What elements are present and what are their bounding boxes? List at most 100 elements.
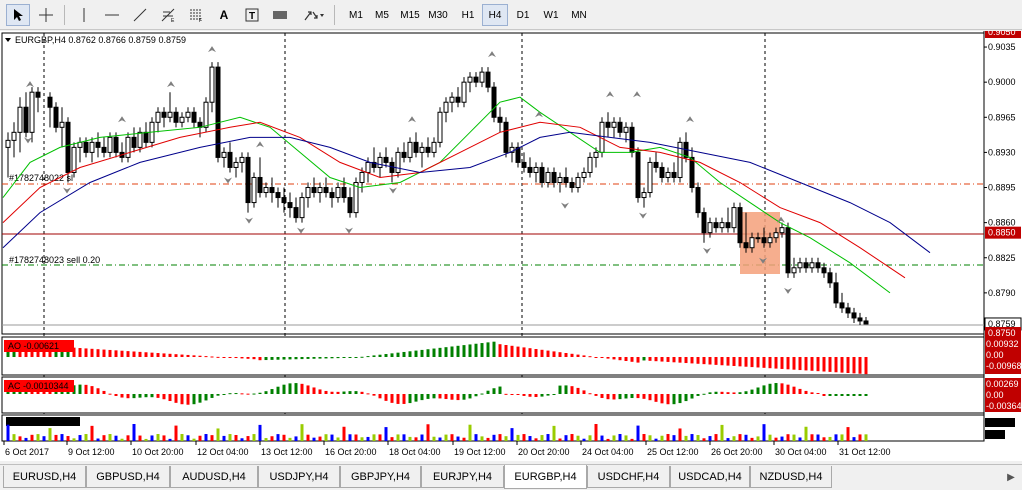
ac-bar [228, 393, 232, 395]
candle-body [497, 116, 503, 123]
text-label-icon[interactable]: T [240, 4, 264, 26]
timeframe-mn-button[interactable]: MN [566, 4, 592, 26]
candle-body [413, 141, 419, 153]
date-label: 20 Oct 20:00 [518, 447, 570, 457]
ao-bar [480, 343, 484, 357]
cursor-icon[interactable] [6, 4, 30, 26]
timeframe-w1-button[interactable]: W1 [538, 4, 564, 26]
crosshair-icon[interactable] [34, 4, 58, 26]
tab-eurgbp-h4[interactable]: EURGBP,H4 [504, 465, 587, 489]
timeframe-h4-button[interactable]: H4 [482, 4, 508, 26]
candle-body [665, 171, 671, 178]
candle-body [713, 222, 719, 229]
ao-bar [360, 356, 364, 358]
price-tick-label: 0.9000 [988, 77, 1016, 87]
candle-body [827, 272, 833, 284]
chart-symbol-header: EURGBP,H4 0.8762 0.8766 0.8759 0.8759 [15, 35, 186, 45]
timeframe-m15-button[interactable]: M15 [397, 4, 423, 26]
volume-bar [360, 437, 364, 441]
ac-bar [552, 394, 556, 395]
volume-bar [804, 426, 808, 441]
volume-bar [342, 426, 346, 441]
timeframe-m1-button[interactable]: M1 [343, 4, 369, 26]
tab-audusd-h4[interactable]: AUDUSD,H4 [170, 466, 258, 488]
candle-body [461, 81, 467, 103]
ac-bar [486, 390, 490, 394]
ac-bar [438, 394, 442, 399]
volume-bar [408, 436, 412, 441]
candle-body [467, 76, 473, 83]
volume-bar [606, 438, 610, 441]
ac-bar [210, 394, 214, 398]
ac-bar [318, 389, 322, 394]
volume-bar [780, 436, 784, 441]
arrows-icon[interactable] [300, 4, 328, 26]
ac-bar [534, 394, 538, 398]
toolbar-separator [64, 5, 65, 25]
volume-bar [834, 434, 838, 441]
chart-window[interactable]: EURGBP,H4 0.8762 0.8766 0.8759 0.8759 #17… [0, 31, 1022, 461]
trendline-icon[interactable] [128, 4, 152, 26]
vertical-line-icon[interactable] [72, 4, 96, 26]
tab-usdjpy-h4[interactable]: USDJPY,H4 [258, 466, 340, 488]
ao-bar [678, 357, 682, 363]
candle-body [29, 91, 35, 133]
ac-bar [102, 390, 106, 394]
timeframe-m5-button[interactable]: M5 [369, 4, 395, 26]
ac-bar [108, 393, 112, 395]
candle-body [731, 207, 737, 229]
ac-bar [408, 394, 412, 404]
ac-bar [114, 394, 118, 396]
rectangle-icon[interactable] [268, 4, 292, 26]
timeframe-m30-button[interactable]: M30 [425, 4, 451, 26]
ac-bar [336, 391, 340, 394]
ao-bar [132, 351, 136, 357]
tab-eurjpy-h4[interactable]: EURJPY,H4 [421, 466, 504, 488]
candle-body [23, 106, 29, 133]
tab-usdcad-h4[interactable]: USDCAD,H4 [670, 466, 750, 488]
ao-bar [492, 341, 496, 357]
tab-eurusd-h4[interactable]: EURUSD,H4 [3, 466, 86, 488]
tab-gbpusd-h4[interactable]: GBPUSD,H4 [86, 466, 170, 488]
ac-bar [516, 394, 520, 395]
tab-gbpjpy-h4[interactable]: GBPJPY,H4 [340, 466, 421, 488]
toolbar: E F A T M1 M5 M15 M30 H1 H4 D1 W1 MN [0, 0, 1022, 30]
volume-bar [534, 438, 538, 441]
candle-body [65, 121, 71, 173]
candle-body [695, 187, 701, 214]
candle-body [281, 197, 287, 204]
timeframe-h1-button[interactable]: H1 [455, 4, 481, 26]
fibonacci-fan-icon[interactable]: F [184, 4, 208, 26]
tab-scroll-right-icon[interactable]: ▶ [1004, 469, 1018, 485]
ao-bar [564, 353, 568, 357]
price-chart[interactable]: EURGBP,H4 0.8762 0.8766 0.8759 0.8759 #17… [0, 31, 1022, 461]
ac-bar [540, 394, 544, 397]
volume-bar [828, 436, 832, 441]
text-icon[interactable]: A [212, 4, 236, 26]
ao-bar [426, 349, 430, 357]
ac-bar [162, 394, 166, 400]
ac-bar [240, 393, 244, 395]
ac-bar [522, 394, 526, 396]
candle-body [539, 166, 545, 183]
candle-body [623, 126, 629, 133]
volume-bar [432, 436, 436, 441]
ac-bar [90, 386, 94, 394]
timeframe-d1-button[interactable]: D1 [510, 4, 536, 26]
candle-body [233, 161, 239, 168]
ao-bar [594, 357, 598, 358]
horizontal-line-icon[interactable] [100, 4, 124, 26]
fibonacci-icon[interactable]: E [156, 4, 180, 26]
candle-body [299, 197, 305, 219]
ac-bar [528, 394, 532, 397]
ac-bar [480, 393, 484, 395]
volume-bar [96, 438, 100, 441]
tab-nzdusd-h4[interactable]: NZDUSD,H4 [750, 466, 832, 488]
volume-bar [276, 434, 280, 441]
volume-bar [564, 435, 568, 441]
ac-bar [222, 394, 226, 395]
ao-bar [786, 357, 790, 370]
ac-bar [342, 391, 346, 394]
ac-bar [852, 394, 856, 396]
tab-usdchf-h4[interactable]: USDCHF,H4 [587, 466, 670, 488]
